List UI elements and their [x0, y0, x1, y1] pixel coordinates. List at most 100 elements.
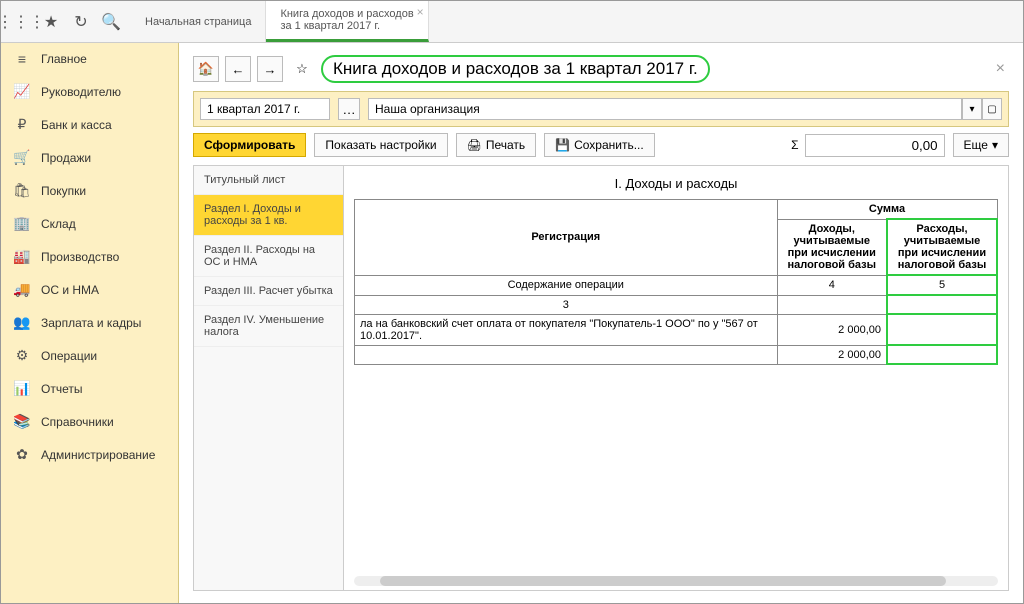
cell-income: 2 000,00: [777, 314, 887, 345]
books-icon: 📚: [13, 413, 31, 430]
chart-icon: 📈: [13, 83, 31, 100]
report-icon: 📊: [13, 380, 31, 397]
ruble-icon: ₽: [13, 116, 31, 133]
table-row[interactable]: ла на банковский счет оплата от покупате…: [355, 314, 998, 345]
sidebar-item-label: Склад: [41, 217, 76, 231]
tab-label: Начальная страница: [145, 16, 251, 28]
toolbar: Сформировать Показать настройки 🖨Печать …: [193, 133, 1009, 157]
sidebar-item-admin[interactable]: ✿ Администрирование: [1, 438, 178, 471]
nav-title-page[interactable]: Титульный лист: [194, 166, 343, 195]
sidebar-item-label: Покупки: [41, 184, 86, 198]
tabs: Начальная страница Книга доходов и расхо…: [131, 1, 429, 42]
col-expense: Расходы, учитываемые при исчислении нало…: [887, 219, 997, 275]
sidebar-item-operations[interactable]: ⚙ Операции: [1, 339, 178, 372]
main: ≡ Главное 📈 Руководителю ₽ Банк и касса 🛒 Пр…: [1, 43, 1023, 603]
nav-section-2[interactable]: Раздел II. Расходы на ОС и НМА: [194, 236, 343, 277]
col-num-3: 3: [355, 295, 778, 314]
home-button[interactable]: 🏠: [193, 56, 219, 82]
org-open-button[interactable]: ▢: [982, 98, 1002, 120]
col-sum: Сумма: [777, 200, 997, 220]
favorite-button[interactable]: ☆: [289, 56, 315, 82]
sidebar-item-label: ОС и НМА: [41, 283, 99, 297]
save-button[interactable]: 💾Сохранить...: [544, 133, 655, 157]
tab-home[interactable]: Начальная страница: [131, 1, 266, 42]
sidebar-item-production[interactable]: 🏭 Производство: [1, 240, 178, 273]
report-table: Регистрация Сумма Доходы, учитываемые пр…: [354, 199, 998, 365]
print-icon: 🖨: [467, 138, 482, 152]
print-button[interactable]: 🖨Печать: [456, 133, 537, 157]
sidebar-item-label: Отчеты: [41, 382, 82, 396]
sidebar-item-label: Руководителю: [41, 85, 121, 99]
col-num-4: 4: [777, 275, 887, 295]
back-button[interactable]: ←: [225, 56, 251, 82]
people-icon: 👥: [13, 314, 31, 331]
save-icon: 💾: [555, 138, 570, 152]
nav-section-3[interactable]: Раздел III. Расчет убытка: [194, 277, 343, 306]
sidebar-item-label: Главное: [41, 52, 87, 66]
sidebar-item-label: Банк и касса: [41, 118, 112, 132]
sidebar-item-label: Администрирование: [41, 448, 155, 462]
sidebar-item-warehouse[interactable]: 🏢 Склад: [1, 207, 178, 240]
apps-icon[interactable]: ⋮⋮⋮: [7, 8, 35, 36]
more-button[interactable]: Еще ▾: [953, 133, 1009, 157]
gear-icon: ⚙: [13, 347, 31, 364]
sidebar-item-label: Зарплата и кадры: [41, 316, 141, 330]
tab-report[interactable]: Книга доходов и расходов за 1 квартал 20…: [266, 1, 428, 42]
filter-bar: … ▾ ▢: [193, 91, 1009, 127]
form-button[interactable]: Сформировать: [193, 133, 306, 157]
page-title: Книга доходов и расходов за 1 квартал 20…: [321, 55, 710, 83]
scrollbar-thumb[interactable]: [380, 576, 947, 586]
sidebar-item-reports[interactable]: 📊 Отчеты: [1, 372, 178, 405]
forward-button[interactable]: →: [257, 56, 283, 82]
search-icon[interactable]: 🔍: [97, 8, 125, 36]
sidebar-item-bank[interactable]: ₽ Банк и касса: [1, 108, 178, 141]
nav-section-4[interactable]: Раздел IV. Уменьшение налога: [194, 306, 343, 347]
nav-section-1[interactable]: Раздел I. Доходы и расходы за 1 кв.: [194, 195, 343, 236]
sidebar-item-salary[interactable]: 👥 Зарплата и кадры: [1, 306, 178, 339]
section-nav: Титульный лист Раздел I. Доходы и расход…: [194, 166, 344, 590]
col-num-5: 5: [887, 275, 997, 295]
title-bar: 🏠 ← → ☆ Книга доходов и расходов за 1 кв…: [193, 55, 1009, 83]
sidebar-item-purchases[interactable]: 🛍 Покупки: [1, 174, 178, 207]
bag-icon: 🛍: [13, 182, 31, 199]
sidebar-item-label: Справочники: [41, 415, 114, 429]
cell-expense: [887, 314, 997, 345]
close-button[interactable]: ×: [992, 60, 1009, 78]
cell-content: ла на банковский счет оплата от покупате…: [355, 314, 778, 345]
sidebar-item-label: Операции: [41, 349, 97, 363]
menu-icon: ≡: [13, 51, 31, 67]
top-icons: ⋮⋮⋮ ★ ↻ 🔍: [1, 1, 131, 42]
sidebar-item-label: Производство: [41, 250, 119, 264]
settings-button[interactable]: Показать настройки: [314, 133, 447, 157]
sidebar-item-refs[interactable]: 📚 Справочники: [1, 405, 178, 438]
top-bar: ⋮⋮⋮ ★ ↻ 🔍 Начальная страница Книга доход…: [1, 1, 1023, 43]
horizontal-scrollbar[interactable]: [354, 576, 998, 586]
total-expense: [887, 345, 997, 364]
sidebar-item-manager[interactable]: 📈 Руководителю: [1, 75, 178, 108]
body-area: Титульный лист Раздел I. Доходы и расход…: [193, 165, 1009, 591]
col-content: Содержание операции: [355, 275, 778, 295]
building-icon: 🏢: [13, 215, 31, 232]
sidebar-item-main[interactable]: ≡ Главное: [1, 43, 178, 75]
sidebar-item-label: Продажи: [41, 151, 91, 165]
tab-label-2: за 1 квартал 2017 г.: [280, 20, 413, 32]
org-select: ▾ ▢: [368, 98, 1002, 120]
settings-icon: ✿: [13, 446, 31, 463]
content: 🏠 ← → ☆ Книга доходов и расходов за 1 кв…: [179, 43, 1023, 603]
report-area[interactable]: I. Доходы и расходы Регистрация Сумма До…: [344, 166, 1008, 590]
org-input[interactable]: [368, 98, 962, 120]
close-icon[interactable]: ×: [417, 5, 424, 19]
tab-label-1: Книга доходов и расходов: [280, 8, 413, 20]
sidebar-item-assets[interactable]: 🚚ОС и НМА: [1, 273, 178, 306]
sum-input[interactable]: [805, 134, 945, 157]
table-total-row: 2 000,00: [355, 345, 998, 364]
period-input[interactable]: [200, 98, 330, 120]
col-registration: Регистрация: [355, 200, 778, 276]
history-icon[interactable]: ↻: [67, 8, 95, 36]
org-dropdown-button[interactable]: ▾: [962, 98, 982, 120]
star-icon[interactable]: ★: [37, 8, 65, 36]
factory-icon: 🏭: [13, 248, 31, 265]
sidebar-item-sales[interactable]: 🛒 Продажи: [1, 141, 178, 174]
cart-icon: 🛒: [13, 149, 31, 166]
period-picker-button[interactable]: …: [338, 98, 360, 120]
